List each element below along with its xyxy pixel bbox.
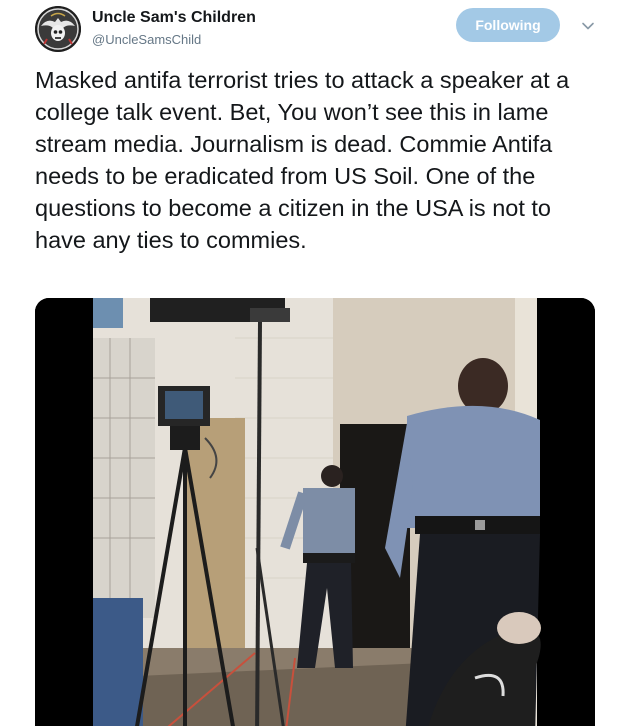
user-info[interactable]: Uncle Sam's Children @UncleSamsChild (92, 8, 256, 49)
display-name[interactable]: Uncle Sam's Children (92, 8, 256, 28)
video-frame (35, 298, 595, 726)
user-handle[interactable]: @UncleSamsChild (92, 31, 256, 49)
chevron-down-icon (582, 22, 594, 30)
tweet-text: Masked antifa terrorist tries to attack … (35, 67, 570, 253)
tweet-header: Uncle Sam's Children @UncleSamsChild Fol… (0, 0, 632, 58)
eagle-skull-emblem-icon (35, 6, 81, 52)
tweet-media-video[interactable] (35, 298, 595, 726)
tweet-menu-button[interactable] (578, 16, 598, 36)
following-button[interactable]: Following (456, 8, 560, 42)
tweet-card: Uncle Sam's Children @UncleSamsChild Fol… (0, 0, 632, 726)
avatar[interactable] (35, 6, 81, 52)
